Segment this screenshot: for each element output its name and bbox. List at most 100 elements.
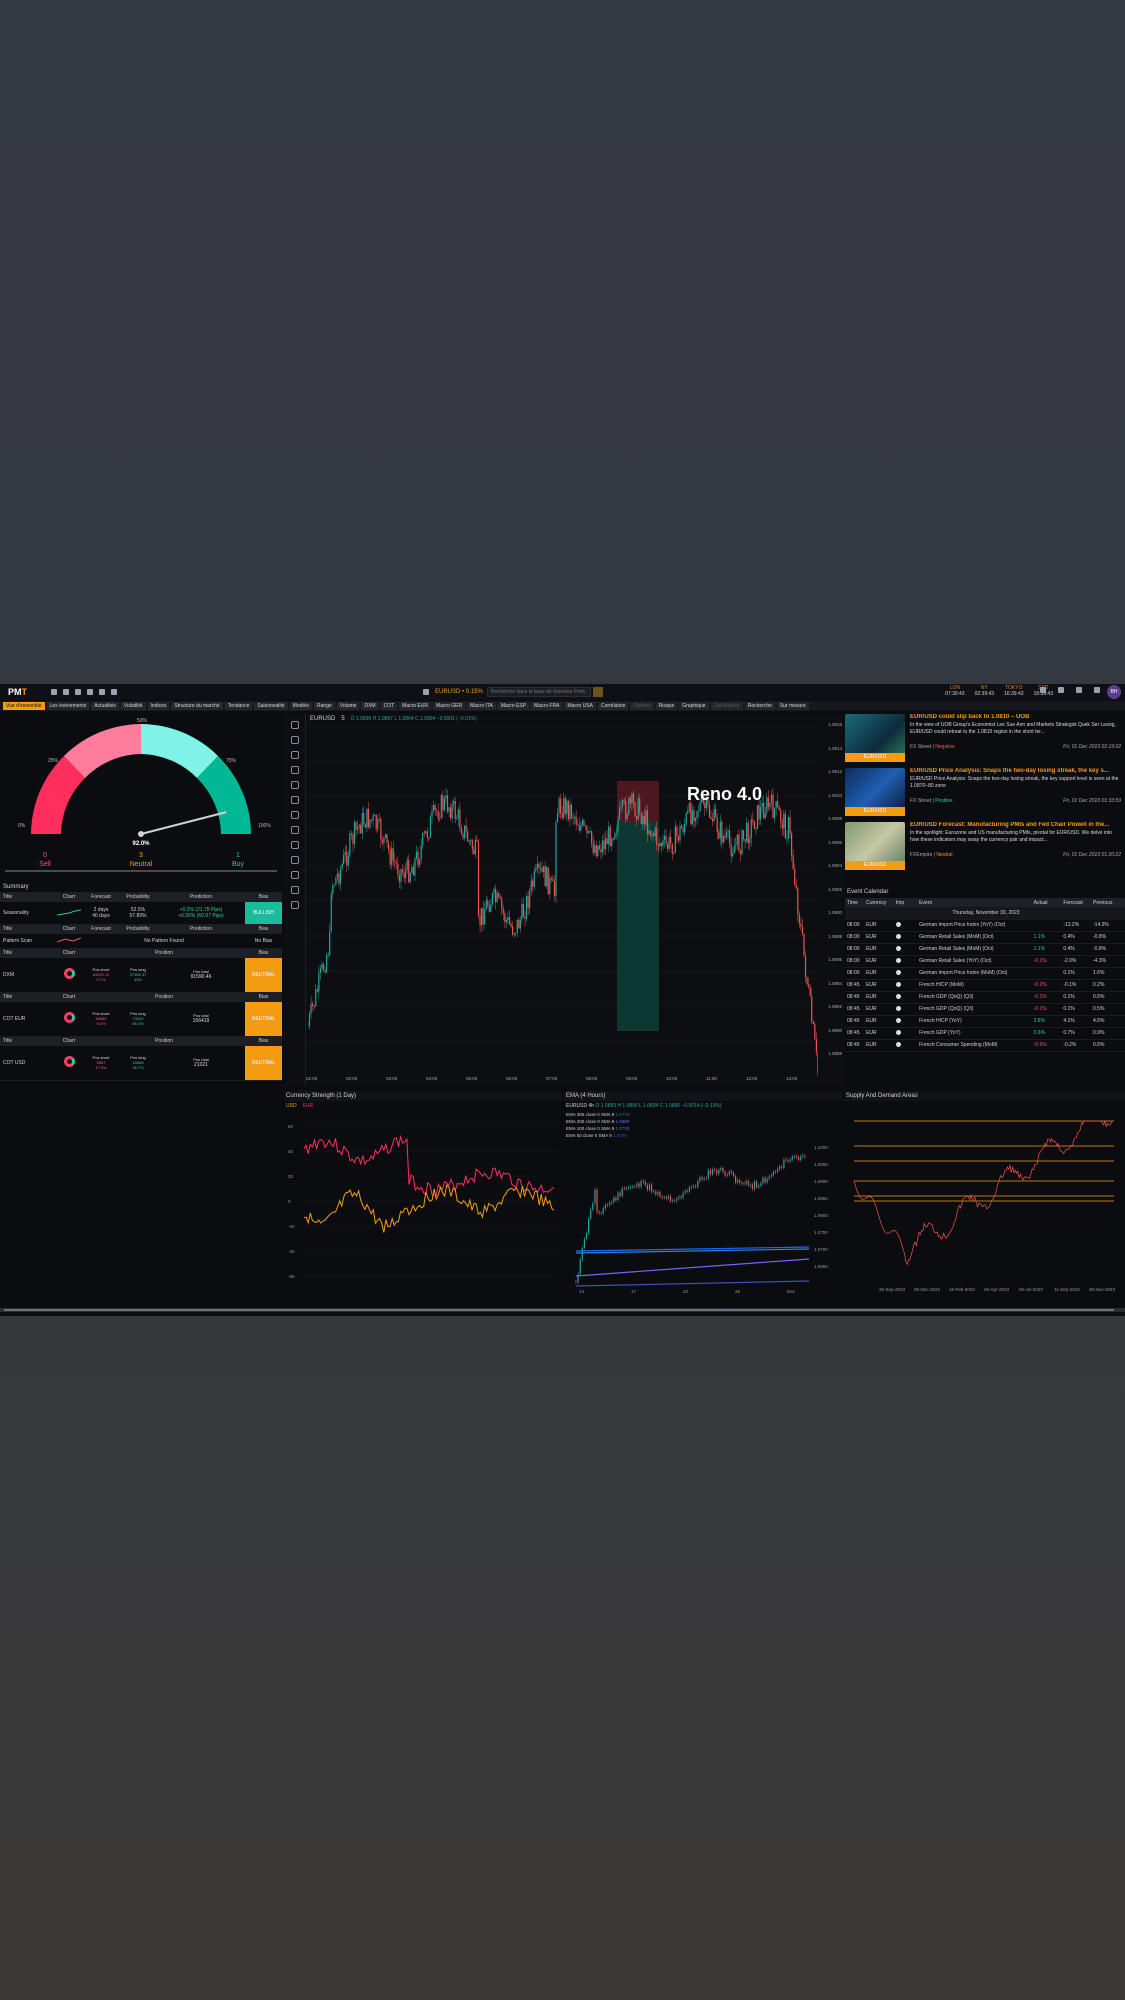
chart-interval[interactable]: 5	[341, 716, 344, 722]
home-icon[interactable]	[51, 689, 57, 695]
candle-body	[657, 1191, 659, 1195]
news-item[interactable]: EUR/USD EUR/USD Price Analysis: Snaps th…	[845, 768, 1125, 820]
gear-icon[interactable]	[1076, 687, 1082, 693]
tab-macro-usa[interactable]: Macro USA	[564, 702, 596, 710]
tab-macro-ger[interactable]: Macro GER	[432, 702, 466, 710]
table-row[interactable]: COT EUR Pos short 83689 9.2% Pos long 73030…	[0, 1002, 282, 1037]
tab-volume[interactable]: Volume	[336, 702, 360, 710]
trendline-icon[interactable]	[291, 736, 299, 744]
calendar-row[interactable]: 08:45 EUR French GDP (YoY) 0.6% 0.7% 0.9%	[845, 1027, 1125, 1040]
main-price-chart[interactable]: EURUSD 5 O 1.0895 H 1.0897 L 1.0894 C 1.…	[284, 714, 844, 1086]
calendar-row[interactable]: 08:00 EUR German Import Price Index (YoY) …	[845, 919, 1125, 932]
chat-icon[interactable]	[75, 689, 81, 695]
tab-macro-esp[interactable]: Macro ESP	[497, 702, 530, 710]
screen-icon[interactable]	[1040, 687, 1046, 693]
candle-body	[667, 1196, 669, 1199]
search-input[interactable]	[486, 687, 591, 697]
lock-icon[interactable]	[291, 871, 299, 879]
tab-volatility[interactable]: Volatilité	[120, 702, 146, 710]
candle-body	[670, 836, 672, 844]
calendar-row[interactable]: 08:45 EUR French GDP (QoQ) (Q3) -0.1% 0.1% 0.…	[845, 991, 1125, 1004]
tab-research[interactable]: Recherche	[744, 702, 775, 710]
calendar-row[interactable]: 08:00 EUR German Retail Sales (YoY) (Oct) -…	[845, 955, 1125, 968]
info-icon[interactable]	[99, 689, 105, 695]
candle-body	[487, 900, 489, 906]
brush-icon[interactable]	[291, 751, 299, 759]
candle-body	[344, 851, 346, 855]
measure-icon[interactable]	[291, 841, 299, 849]
tab-options[interactable]: Options	[630, 702, 654, 710]
search-button[interactable]	[592, 687, 603, 697]
news-title[interactable]: EUR/USD Price Analysis: Snaps the two-da…	[910, 768, 1122, 774]
pair-selector[interactable]: EURUSD • 0.15%	[420, 689, 483, 695]
tab-risk[interactable]: Risque	[655, 702, 678, 710]
tab-calculator[interactable]: Calculatrice	[710, 702, 743, 710]
eye-icon[interactable]	[291, 886, 299, 894]
cart-icon[interactable]	[1058, 687, 1064, 693]
trash-icon[interactable]	[291, 901, 299, 909]
news-item[interactable]: EUR/USD EUR/USD could slip back to 1.081…	[845, 714, 1125, 766]
candle-body	[346, 851, 348, 866]
candle-body	[375, 814, 377, 830]
calendar-row[interactable]: 08:45 EUR French Consumer Spending (MoM) -0…	[845, 1039, 1125, 1052]
zoom-icon[interactable]	[291, 826, 299, 834]
magnet-icon[interactable]	[291, 856, 299, 864]
tab-range[interactable]: Range	[314, 702, 335, 710]
calendar-row[interactable]: 08:00 EUR German Import Price Index (MoM) …	[845, 967, 1125, 980]
app-logo[interactable]: PMT	[8, 687, 48, 697]
candle-body	[789, 817, 791, 834]
legend-usd[interactable]: USD	[286, 1103, 297, 1109]
tab-chart[interactable]: Graphique	[679, 702, 709, 710]
tab-trend[interactable]: Tendance	[224, 702, 253, 710]
tab-news[interactable]: Actualités	[91, 702, 119, 710]
tab-custom[interactable]: Sur mesure	[776, 702, 809, 710]
bell-icon[interactable]	[1094, 687, 1100, 693]
calendar-icon[interactable]	[423, 689, 429, 695]
tab-macro-ita[interactable]: Macro ITA	[467, 702, 496, 710]
legend-eur[interactable]: EUR	[303, 1103, 314, 1109]
buy-label: Buy	[232, 861, 245, 868]
candle-body	[577, 824, 579, 826]
tab-correlation[interactable]: Corrélation	[597, 702, 629, 710]
crosshair-icon[interactable]	[291, 721, 299, 729]
chart-symbol[interactable]: EURUSD	[310, 716, 335, 722]
tab-pattern[interactable]: Modèle	[289, 702, 313, 710]
calendar-row[interactable]: 08:45 EUR French HICP (MoM) -0.2% -0.1% 0.2%	[845, 979, 1125, 992]
candle-body	[724, 1171, 726, 1176]
tab-indices[interactable]: Indices	[147, 702, 170, 710]
tab-dxm[interactable]: DXM	[361, 702, 379, 710]
candle-body	[657, 844, 659, 847]
table-row[interactable]: COT USD Pos short 5667 17.9% Pos long 15666…	[0, 1046, 282, 1081]
video-icon[interactable]	[111, 689, 117, 695]
horizontal-scrollbar[interactable]	[0, 1308, 1125, 1312]
table-row[interactable]: Seasonality 2 days 40 days 52.5% 57.89% +0…	[0, 902, 282, 925]
candle-body	[479, 915, 481, 926]
tab-events[interactable]: Les événements	[46, 702, 90, 710]
avatar[interactable]: BH	[1107, 685, 1121, 699]
news-item[interactable]: EUR/USD EUR/USD Forecast: Manufacturing …	[845, 822, 1125, 874]
calendar-row[interactable]: 08:45 EUR French GDP (QoQ) (Q3) -0.1% 0.1% 0.…	[845, 1003, 1125, 1016]
tab-seasonality[interactable]: Saisonnalité	[254, 702, 288, 710]
time-tick: 13:00	[786, 1076, 798, 1081]
pattern-icon[interactable]	[291, 781, 299, 789]
tab-market-structure[interactable]: Structure du marché	[171, 702, 223, 710]
calendar-row[interactable]: 08:00 EUR German Retail Sales (MoM) (Oct) 1…	[845, 931, 1125, 944]
tab-cot[interactable]: COT	[380, 702, 398, 710]
calendar-row[interactable]: 08:00 EUR German Retail Sales (MoM) (Oct) 1…	[845, 943, 1125, 956]
text-icon[interactable]	[291, 766, 299, 774]
neutral-count: 3	[139, 852, 143, 859]
tab-overview[interactable]: Vue d'ensemble	[3, 702, 45, 710]
ruler-icon[interactable]	[291, 796, 299, 804]
tab-macro-eur[interactable]: Macro EUR	[399, 702, 431, 710]
table-row[interactable]: DXM Pos short 54220.12 0.7% Pos long 37365.…	[0, 958, 282, 993]
candle-body	[663, 835, 666, 841]
candle-body	[518, 919, 520, 929]
document-icon[interactable]	[63, 689, 69, 695]
tab-macro-fra[interactable]: Macro FRA	[531, 702, 563, 710]
news-title[interactable]: EUR/USD Forecast: Manufacturing PMIs and…	[910, 822, 1122, 828]
calendar-row[interactable]: 08:45 EUR French HICP (YoY) 3.8% 4.1% 4.5%	[845, 1015, 1125, 1028]
emoji-icon[interactable]	[291, 811, 299, 819]
table-row[interactable]: Pattern Scan No Pattern Found No Bias	[0, 934, 282, 949]
dashboard-icon[interactable]	[87, 689, 93, 695]
news-title[interactable]: EUR/USD could slip back to 1.0810 – UOB	[910, 714, 1122, 720]
